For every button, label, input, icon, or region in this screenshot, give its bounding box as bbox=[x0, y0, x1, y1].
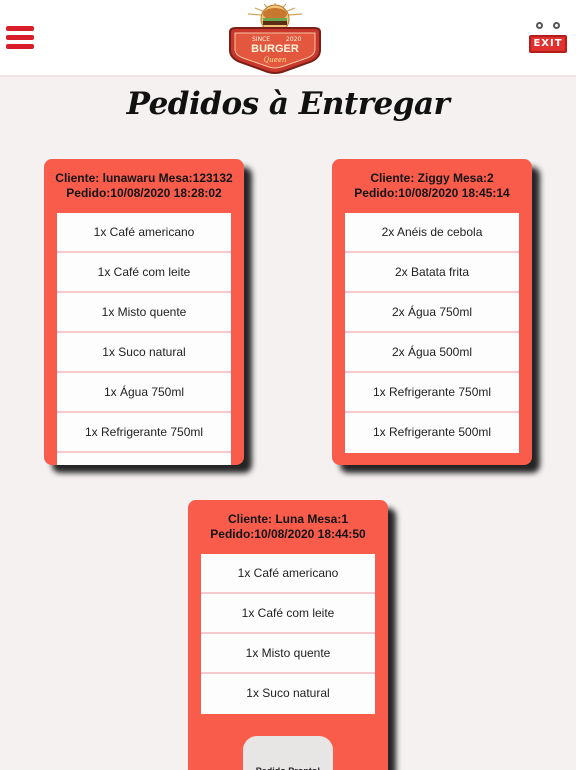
order-client: Cliente: Luna Mesa:1 bbox=[227, 512, 349, 526]
exit-label: EXIT bbox=[529, 35, 567, 53]
logo-year-text: 2020 bbox=[286, 36, 301, 43]
order-item: 1x Misto quente bbox=[201, 634, 375, 674]
order-item: 1x Refrigerante 500ml bbox=[345, 413, 519, 453]
order-item: 2x Anéis de cebola bbox=[345, 213, 519, 253]
order-card: Cliente: Luna Mesa:1 Pedido:10/08/2020 1… bbox=[188, 500, 388, 770]
order-item: 1x Café americano bbox=[201, 554, 375, 594]
order-client: Cliente: Ziggy Mesa:2 bbox=[370, 171, 494, 185]
order-item: 1x Suco natural bbox=[57, 333, 231, 373]
order-items-list[interactable]: 1x Café americano 1x Café com leite 1x M… bbox=[57, 213, 231, 465]
order-card-header: Cliente: lunawaru Mesa:123132 Pedido:10/… bbox=[44, 159, 244, 213]
exit-button[interactable]: EXIT bbox=[529, 20, 567, 54]
order-item: 1x Café com leite bbox=[201, 594, 375, 634]
order-item: 2x Água 500ml bbox=[345, 333, 519, 373]
order-items-list[interactable]: 2x Anéis de cebola 2x Batata frita 2x Ág… bbox=[345, 213, 519, 453]
order-date: Pedido:10/08/2020 18:44:50 bbox=[210, 527, 366, 541]
menu-bar bbox=[6, 26, 34, 31]
logo-since-text: SINCE bbox=[252, 36, 270, 43]
page-title: Pedidos à Entregar bbox=[126, 86, 450, 122]
exit-eyes-icon bbox=[536, 22, 560, 29]
order-card-header: Cliente: Luna Mesa:1 Pedido:10/08/2020 1… bbox=[188, 500, 388, 554]
order-items-list[interactable]: 1x Café americano 1x Café com leite 1x M… bbox=[201, 554, 375, 714]
order-item: 1x Refrigerante 750ml bbox=[345, 373, 519, 413]
order-item: 1x Café americano bbox=[57, 213, 231, 253]
order-item: 1x Café com leite bbox=[57, 253, 231, 293]
menu-bar bbox=[6, 35, 34, 40]
order-item: 1x Misto quente bbox=[57, 293, 231, 333]
logo-brand-text: BURGER bbox=[251, 43, 299, 55]
order-card: Cliente: lunawaru Mesa:123132 Pedido:10/… bbox=[44, 159, 244, 465]
burger-queen-logo: SINCE 2020 BURGER Queen bbox=[229, 3, 321, 74]
order-card: Cliente: Ziggy Mesa:2 Pedido:10/08/2020 … bbox=[332, 159, 532, 465]
order-card-header: Cliente: Ziggy Mesa:2 Pedido:10/08/2020 … bbox=[332, 159, 532, 213]
order-date: Pedido:10/08/2020 18:45:14 bbox=[354, 186, 510, 200]
order-item: 1x Refrigerante 750ml bbox=[57, 413, 231, 453]
order-item: 2x Água 750ml bbox=[345, 293, 519, 333]
order-ready-button[interactable]: Pedido Pronto! bbox=[243, 736, 333, 770]
order-item: 1x Água 750ml bbox=[57, 373, 231, 413]
order-date: Pedido:10/08/2020 18:28:02 bbox=[66, 186, 222, 200]
order-item-partial bbox=[57, 453, 231, 465]
menu-bar bbox=[6, 44, 34, 49]
hamburger-menu-icon[interactable] bbox=[6, 26, 34, 52]
order-client: Cliente: lunawaru Mesa:123132 bbox=[55, 171, 233, 185]
app-header: SINCE 2020 BURGER Queen EXIT bbox=[0, 0, 576, 77]
order-item: 2x Batata frita bbox=[345, 253, 519, 293]
order-item: 1x Suco natural bbox=[201, 674, 375, 714]
logo-sub-text: Queen bbox=[263, 56, 287, 64]
